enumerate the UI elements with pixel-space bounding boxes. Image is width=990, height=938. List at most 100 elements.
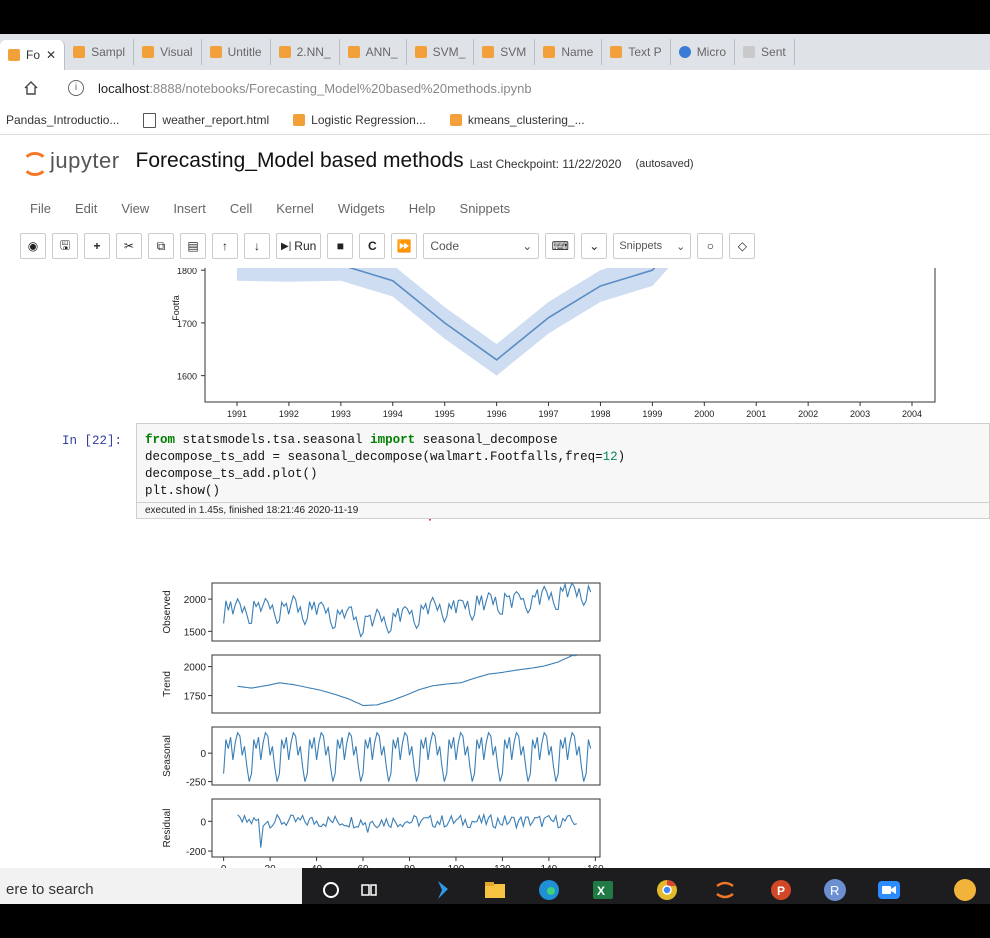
- notebook-title[interactable]: Forecasting_Model based methods: [136, 149, 464, 173]
- bookmark-weather[interactable]: weather_report.html: [143, 112, 269, 128]
- run-button[interactable]: ▶| Run: [276, 233, 322, 259]
- bookmarks-bar: Pandas_Introductio... weather_report.htm…: [0, 106, 990, 135]
- edge-icon[interactable]: [536, 877, 562, 903]
- code-line-3: decompose_ts_add.plot(): [145, 467, 318, 481]
- code-editor[interactable]: from statsmodels.tsa.seasonal import sea…: [145, 432, 625, 500]
- menu-edit[interactable]: Edit: [75, 201, 97, 216]
- tab-label: Untitle: [227, 45, 262, 59]
- tab-9[interactable]: Text P: [602, 39, 671, 65]
- zoom-icon[interactable]: [876, 877, 902, 903]
- file-explorer-icon[interactable]: [482, 877, 508, 903]
- chrome-icon[interactable]: [654, 877, 680, 903]
- tab-label: Fo: [26, 48, 41, 62]
- y-tick-label: 1800: [177, 268, 197, 276]
- tab-5[interactable]: ANN_: [340, 39, 407, 65]
- user-icon[interactable]: [952, 877, 978, 903]
- tab-label: ANN_: [365, 45, 398, 59]
- fast-forward-icon[interactable]: ⏩: [391, 233, 418, 259]
- chevron-down-icon: ⌄: [676, 240, 686, 253]
- tab-3[interactable]: Untitle: [202, 39, 271, 65]
- jupyter-brand[interactable]: jupyter: [50, 148, 120, 174]
- move-down-icon[interactable]: ↓: [244, 233, 270, 259]
- paste-icon[interactable]: ▤: [180, 233, 206, 259]
- tab-6[interactable]: SVM_: [407, 39, 475, 65]
- x-tick-label: 1997: [539, 409, 559, 418]
- tab-favicon-icon: [8, 49, 20, 61]
- bookmark-kmeans[interactable]: kmeans_clustering_...: [449, 113, 585, 127]
- tab-10[interactable]: Micro: [671, 39, 736, 65]
- bookmark-label: kmeans_clustering_...: [467, 113, 585, 127]
- y-tick-label: 1750: [184, 692, 207, 703]
- restart-icon[interactable]: C: [359, 233, 386, 259]
- collapse-icon[interactable]: ⌄: [581, 233, 608, 259]
- info-icon[interactable]: i: [68, 80, 84, 96]
- cortana-icon[interactable]: [318, 877, 344, 903]
- tab-8[interactable]: Name: [535, 39, 603, 65]
- y-tick-label: 2000: [184, 595, 207, 606]
- document-icon: [143, 112, 157, 128]
- tab-4[interactable]: 2.NN_: [271, 39, 340, 65]
- y-tick-label: 2000: [184, 663, 207, 674]
- tab-label: Sampl: [91, 45, 126, 59]
- taskbar-search[interactable]: ere to search: [0, 868, 302, 904]
- menu-file[interactable]: File: [30, 201, 51, 216]
- tab-strip: Fo ✕ Sampl Visual Untitle 2.NN_ ANN_ SVM_ SVM Nam…: [0, 34, 990, 70]
- tab-favicon-icon: [678, 46, 691, 58]
- confidence-band: [237, 268, 669, 376]
- panel-line: [237, 812, 578, 848]
- bookmark-logistic[interactable]: Logistic Regression...: [293, 113, 426, 127]
- close-tab-icon[interactable]: ✕: [46, 48, 56, 62]
- r-icon[interactable]: R: [822, 877, 848, 903]
- jupyter-logo-icon[interactable]: [20, 148, 48, 176]
- menu-kernel[interactable]: Kernel: [276, 201, 314, 216]
- address-bar[interactable]: i localhost:8888/notebooks/Forecasting_M…: [0, 70, 990, 106]
- panel-ylabel: Seasonal: [162, 735, 173, 777]
- menu-widgets[interactable]: Widgets: [338, 201, 385, 216]
- tab-label: 2.NN_: [296, 45, 331, 59]
- bookmark-label: Logistic Regression...: [311, 113, 426, 127]
- tab-favicon-icon: [414, 46, 427, 58]
- move-up-icon[interactable]: ↑: [212, 233, 238, 259]
- tab-1[interactable]: Sampl: [65, 39, 135, 65]
- cut-icon[interactable]: ✂: [116, 233, 142, 259]
- code-line-2: decompose_ts_add = seasonal_decompose(wa…: [145, 450, 626, 464]
- x-tick-label: 1992: [279, 409, 299, 418]
- menu-help[interactable]: Help: [409, 201, 436, 216]
- tab-label: SVM_: [432, 45, 466, 59]
- cell-type-select[interactable]: Code ⌄: [423, 233, 540, 259]
- panel-ylabel: Observed: [162, 590, 173, 633]
- menu-insert[interactable]: Insert: [173, 201, 206, 216]
- menu-snippets[interactable]: Snippets: [460, 201, 511, 216]
- x-tick-label: 1998: [590, 409, 610, 418]
- tab-favicon-icon: [743, 46, 756, 58]
- task-view-icon[interactable]: [356, 877, 382, 903]
- insert-cell-icon[interactable]: +: [84, 233, 110, 259]
- home-icon[interactable]: [22, 79, 40, 97]
- code-cell[interactable]: from statsmodels.tsa.seasonal import sea…: [136, 423, 990, 519]
- excel-icon[interactable]: X: [590, 877, 616, 903]
- snippets-select[interactable]: Snippets ⌄: [613, 233, 692, 259]
- tab-7[interactable]: SVM: [474, 39, 536, 65]
- record-icon[interactable]: ◉: [20, 233, 46, 259]
- settings-icon[interactable]: ◇: [729, 233, 756, 259]
- tab-11[interactable]: Sent: [735, 39, 795, 65]
- y-tick-label: -250: [186, 778, 206, 789]
- save-icon[interactable]: 🖫: [52, 233, 78, 259]
- url-text[interactable]: localhost:8888/notebooks/Forecasting_Mod…: [98, 81, 532, 96]
- menu-cell[interactable]: Cell: [230, 201, 252, 216]
- menu-view[interactable]: View: [121, 201, 149, 216]
- stop-icon[interactable]: ■: [327, 233, 354, 259]
- powerpoint-icon[interactable]: P: [768, 877, 794, 903]
- notebook-toolbar: ◉ 🖫 + ✂ ⧉ ▤ ↑ ↓ ▶| Run ■ C ⏩ Code ⌄ ⌨ ⌄ Sn…: [20, 230, 756, 262]
- tab-favicon-icon: [278, 46, 291, 58]
- jupyter-icon[interactable]: [712, 877, 738, 903]
- copy-icon[interactable]: ⧉: [148, 233, 174, 259]
- bookmark-pandas[interactable]: Pandas_Introductio...: [6, 113, 119, 127]
- tab-2[interactable]: Visual: [134, 39, 202, 65]
- keyboard-icon[interactable]: ⌨: [545, 233, 576, 259]
- x-tick-label: 1993: [331, 409, 351, 418]
- x-tick-label: 1995: [435, 409, 455, 418]
- vscode-icon[interactable]: [430, 877, 456, 903]
- tab-0[interactable]: Fo ✕: [0, 40, 66, 70]
- github-icon[interactable]: ○: [697, 233, 724, 259]
